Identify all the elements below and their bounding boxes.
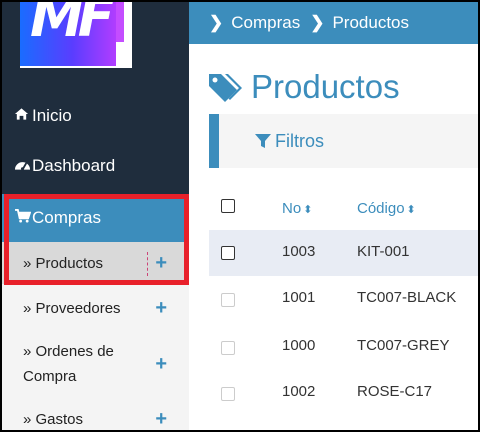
cell-codigo: TC007-GREY [357, 337, 450, 354]
sort-icon: ⬍ [406, 204, 416, 216]
select-all-checkbox[interactable] [221, 199, 235, 213]
add-producto-button[interactable]: + [155, 253, 167, 273]
row-checkbox[interactable] [221, 387, 235, 401]
add-orden-button[interactable]: + [155, 354, 167, 374]
table-row[interactable]: 1002 ROSE-C17 [209, 370, 478, 416]
tags-icon [209, 74, 242, 102]
submenu-item-label: » Proveedores [23, 299, 121, 317]
logo-text: MF [30, 2, 115, 49]
app-window: MF Inicio Dashboard Compras » Productos [2, 2, 478, 430]
cell-codigo: TC007-BLACK [357, 289, 457, 306]
cell-no: 1001 [282, 289, 316, 306]
table-row[interactable]: 1003 KIT-001 [209, 230, 478, 276]
table-row[interactable]: 1001 TC007-BLACK [209, 276, 478, 322]
submenu-item-gastos[interactable]: » Gastos + [2, 404, 189, 430]
submenu-item-label-line2: Compra [23, 368, 77, 385]
sidebar-item-compras[interactable]: Compras [2, 194, 189, 242]
home-icon [2, 107, 32, 125]
cart-icon [2, 209, 32, 227]
submenu-item-label-line1: » Ordenes de [23, 343, 114, 360]
submenu-item-proveedores[interactable]: » Proveedores + [2, 287, 189, 329]
cell-codigo: ROSE-C17 [357, 383, 433, 400]
logo[interactable]: MF [20, 2, 132, 68]
chevron-right-icon: ❯ [310, 13, 325, 32]
cell-no: 1000 [282, 337, 316, 354]
sidebar-item-label: Compras [32, 208, 101, 227]
chevron-right-icon: ❯ [209, 13, 224, 32]
cell-codigo: KIT-001 [357, 243, 410, 260]
column-header-no[interactable]: No ⬍ [282, 200, 312, 217]
filters-toggle[interactable]: Filtros [209, 114, 478, 168]
cell-no: 1003 [282, 243, 316, 260]
row-checkbox[interactable] [221, 246, 235, 260]
cell-no: 1002 [282, 383, 316, 400]
row-checkbox[interactable] [221, 341, 235, 355]
sidebar-item-inicio[interactable]: Inicio [2, 92, 189, 140]
breadcrumb-item-compras[interactable]: Compras [231, 13, 300, 33]
sidebar-item-label: Dashboard [32, 156, 116, 175]
table-row[interactable]: 1000 TC007-GREY [209, 324, 478, 370]
submenu-item-productos[interactable]: » Productos + [2, 242, 189, 284]
dashboard-icon [2, 157, 32, 175]
filters-label: Filtros [275, 130, 324, 151]
row-checkbox[interactable] [221, 293, 235, 307]
sidebar-item-dashboard[interactable]: Dashboard [2, 142, 189, 190]
page-title: Productos [207, 68, 400, 106]
submenu-item-label: » Productos [23, 254, 104, 272]
sidebar: MF Inicio Dashboard Compras » Productos [2, 2, 189, 430]
sort-icon: ⬍ [303, 204, 313, 216]
add-proveedor-button[interactable]: + [155, 298, 167, 318]
table-header: No ⬍ Código ⬍ [209, 188, 478, 230]
add-gasto-button[interactable]: + [155, 409, 167, 429]
filter-icon [255, 134, 271, 148]
submenu-item-ordenes-compra[interactable]: » Ordenes de Compra + [2, 338, 189, 390]
sidebar-item-label: Inicio [32, 106, 72, 125]
compras-submenu: » Productos + » Proveedores + » Ordenes … [2, 242, 189, 430]
column-header-codigo[interactable]: Código ⬍ [357, 200, 416, 217]
breadcrumb: ❯ Compras ❯ Productos [189, 2, 478, 44]
submenu-item-label: » Gastos [23, 410, 84, 428]
page-title-text: Productos [251, 68, 400, 105]
divider [147, 252, 148, 276]
breadcrumb-item-productos: Productos [332, 13, 410, 32]
